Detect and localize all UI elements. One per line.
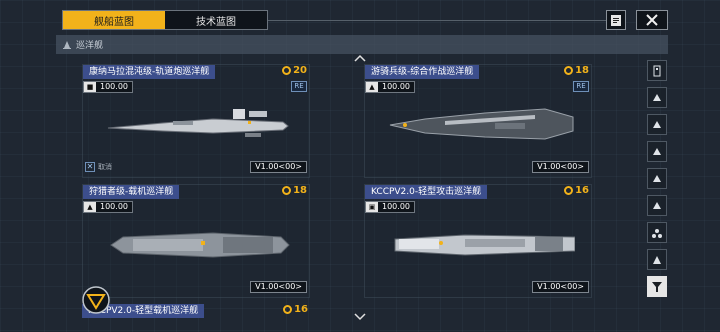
- gear-icon: [282, 66, 292, 75]
- filter-flagship-button[interactable]: [647, 249, 667, 270]
- section-title: 巡洋舰: [76, 41, 104, 51]
- gear-icon: [564, 66, 574, 75]
- cruiser-icon: [653, 148, 661, 155]
- thrust-icon: ▲: [366, 82, 378, 92]
- gear-icon: [283, 305, 293, 314]
- ship-card-connemara[interactable]: 康纳马拉混沌级-轨道炮巡洋舰 20 ■ 100.00 RE ✕ 取消 V1.00<…: [82, 64, 310, 178]
- filter-auxiliary-button[interactable]: [647, 222, 667, 243]
- ship-card-ranger[interactable]: 游骑兵级-综合作战巡洋舰 18 ▲ 100.00 RE V1.00<00>: [364, 64, 592, 178]
- battlecruiser-icon: [653, 175, 661, 182]
- cancel-toggle[interactable]: ✕ 取消: [85, 161, 112, 172]
- ship-card-kccpv-carrier[interactable]: KCCPV2.0-轻型载机巡洋舰 16: [82, 304, 310, 332]
- carrier-icon: [653, 202, 661, 209]
- header-divider: [268, 20, 606, 21]
- cruiser-class-icon: [63, 40, 71, 49]
- filter-all-button[interactable]: [647, 60, 667, 81]
- ship-stat: ▲ 100.00: [365, 81, 415, 93]
- shield-icon: ▣: [366, 202, 378, 212]
- ship-class-filter-bar: [646, 60, 668, 320]
- version-label: V1.00<00>: [250, 281, 307, 293]
- thrust-icon: ▲: [84, 202, 96, 212]
- ship-card-hunter[interactable]: 狩猎者级-载机巡洋舰 18 ▲ 100.00 V1.00<00>: [82, 184, 310, 298]
- list-icon: [653, 65, 661, 76]
- close-icon: [646, 14, 658, 26]
- ship-cost: 20: [282, 65, 307, 76]
- document-button[interactable]: [606, 10, 626, 30]
- filter-carrier-button[interactable]: [647, 195, 667, 216]
- version-label: V1.00<00>: [532, 161, 589, 173]
- ship-cost: 16: [283, 304, 308, 315]
- gear-icon: [282, 186, 292, 195]
- tab-tech-blueprint[interactable]: 技术蓝图: [165, 11, 267, 29]
- ship-render: [394, 234, 575, 256]
- gear-icon: [564, 186, 574, 195]
- ship-card-kccpv-attack[interactable]: KCCPV2.0-轻型攻击巡洋舰 16 ▣ 100.00 V1.00<00>: [364, 184, 592, 298]
- frigate-icon: [653, 94, 661, 101]
- re-badge: RE: [573, 81, 589, 92]
- section-header: 巡洋舰: [56, 35, 668, 54]
- close-button[interactable]: [636, 10, 668, 30]
- document-icon: [611, 14, 621, 26]
- ship-name: 康纳马拉混沌级-轨道炮巡洋舰: [83, 65, 216, 79]
- ship-stat: ■ 100.00: [83, 81, 133, 93]
- filter-icon: [652, 281, 662, 292]
- filter-frigate-button[interactable]: [647, 87, 667, 108]
- version-label: V1.00<00>: [532, 281, 589, 293]
- ship-cost: 16: [564, 185, 589, 196]
- scroll-up-icon[interactable]: [354, 54, 366, 62]
- scroll-down-icon[interactable]: [354, 313, 366, 321]
- filter-destroyer-button[interactable]: [647, 114, 667, 135]
- ship-name: 游骑兵级-综合作战巡洋舰: [365, 65, 480, 79]
- ship-stat: ▣ 100.00: [365, 201, 415, 213]
- sort-filter-button[interactable]: [647, 276, 667, 297]
- ship-name: 狩猎者级-载机巡洋舰: [83, 185, 180, 199]
- ship-render: [110, 232, 290, 258]
- re-badge: RE: [291, 81, 307, 92]
- armor-icon: ■: [84, 82, 96, 92]
- ship-render: [107, 109, 289, 137]
- ship-cost: 18: [282, 185, 307, 196]
- ship-render: [389, 108, 574, 140]
- blueprint-tabs: 舰船蓝图 技术蓝图: [62, 10, 268, 30]
- destroyer-icon: [653, 121, 661, 128]
- ship-name: KCCPV2.0-轻型攻击巡洋舰: [365, 185, 488, 199]
- filter-cruiser-button[interactable]: [647, 141, 667, 162]
- flagship-icon: [653, 255, 661, 264]
- ship-cost: 18: [564, 65, 589, 76]
- close-icon: ✕: [85, 161, 95, 172]
- version-label: V1.00<00>: [250, 161, 307, 173]
- faction-emblem-icon: [82, 286, 110, 314]
- tab-ship-blueprint[interactable]: 舰船蓝图: [63, 11, 165, 29]
- filter-battlecruiser-button[interactable]: [647, 168, 667, 189]
- ship-stat: ▲ 100.00: [83, 201, 133, 213]
- auxiliary-icon: [652, 228, 662, 238]
